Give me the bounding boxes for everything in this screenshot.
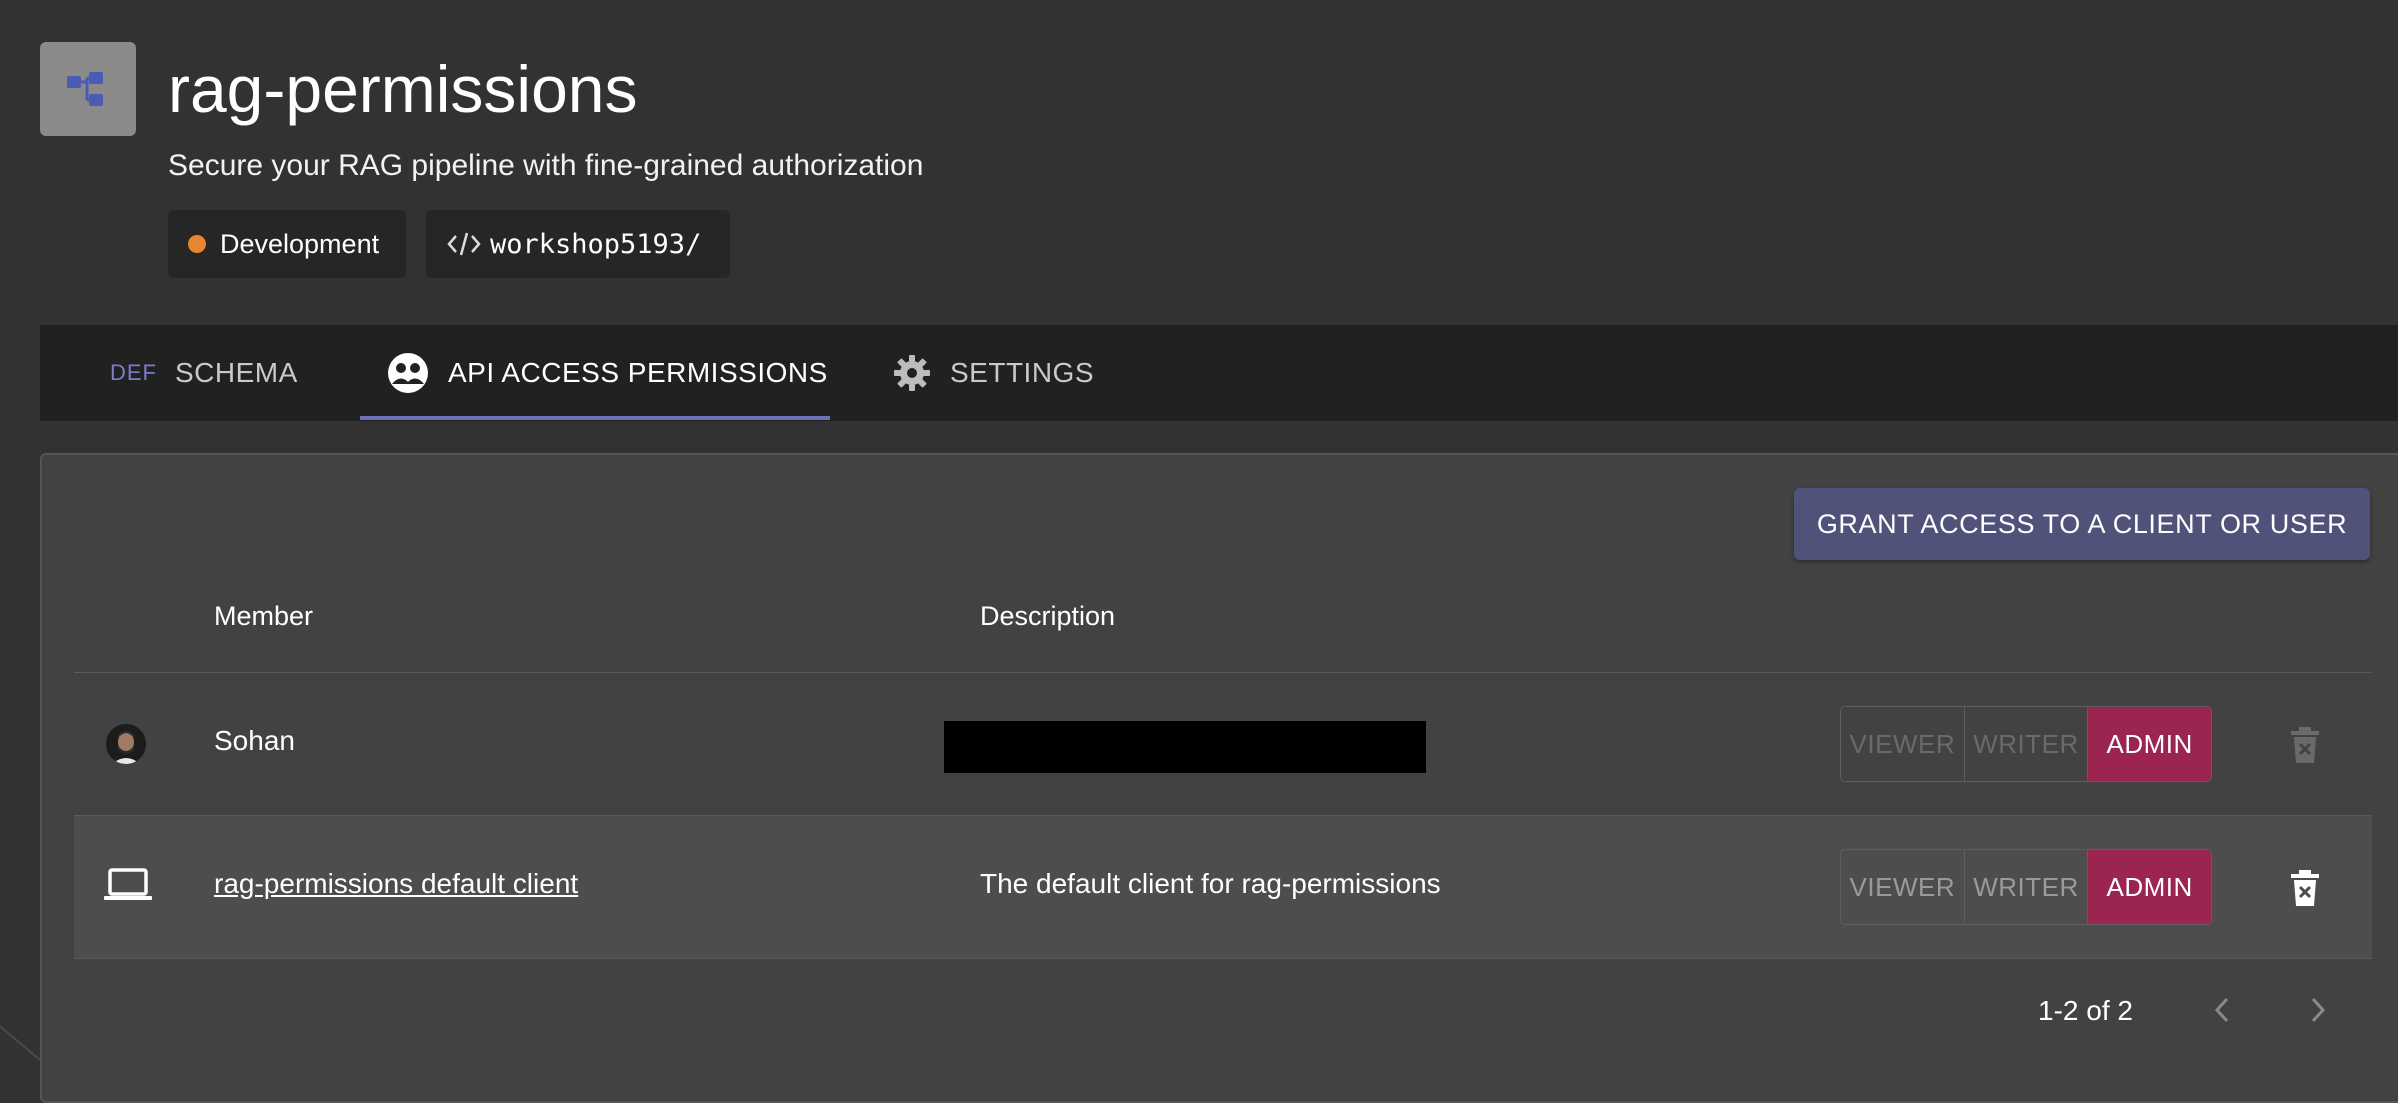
tab-schema[interactable]: DEF SCHEMA [110,325,298,421]
avatar [106,724,146,764]
role-writer-button[interactable]: WRITER [1965,707,2089,781]
status-dot-icon [188,235,206,253]
role-selector: VIEWER WRITER ADMIN [1840,849,2212,925]
page-title: rag-permissions [168,52,638,126]
environment-label: Development [220,228,380,259]
tab-bar: DEF SCHEMA API ACCESS PERMISSIONS SETTIN… [40,325,2398,421]
pagination-label: 1-2 of 2 [2038,995,2133,1026]
gear-icon [892,353,932,393]
delete-icon[interactable] [2288,868,2322,913]
chevron-right-icon[interactable] [2308,996,2328,1029]
table-row: rag-permissions default client The defau… [74,816,2372,959]
column-header-member: Member [214,601,314,631]
role-viewer-button[interactable]: VIEWER [1841,850,1965,924]
role-admin-button[interactable]: ADMIN [2088,707,2211,781]
hierarchy-icon [40,42,136,136]
grant-access-button[interactable]: GRANT ACCESS TO A CLIENT OR USER [1794,488,2370,560]
member-description: The default client for rag-permissions [980,868,1441,899]
role-admin-button[interactable]: ADMIN [2088,850,2211,924]
chevron-left-icon[interactable] [2212,996,2232,1029]
table-row: Sohan VIEWER WRITER ADMIN [74,673,2372,816]
tab-label: SCHEMA [175,357,298,388]
member-name-link[interactable]: rag-permissions default client [214,868,578,900]
tab-label: SETTINGS [950,357,1095,388]
slug-badge[interactable]: workshop5193/ [426,210,730,278]
people-icon [386,351,430,395]
environment-badge: Development [168,210,406,278]
tab-settings[interactable]: SETTINGS [892,325,1094,421]
tab-api-access-permissions[interactable]: API ACCESS PERMISSIONS [386,325,828,421]
column-header-description: Description [980,601,1116,631]
def-prefix: DEF [110,360,157,385]
delete-icon[interactable] [2288,725,2322,770]
redacted-description [944,721,1426,773]
code-icon [446,230,482,258]
role-selector: VIEWER WRITER ADMIN [1840,706,2212,782]
tab-label: API ACCESS PERMISSIONS [448,357,828,388]
active-tab-indicator [360,416,830,420]
member-name: Sohan [214,725,295,756]
laptop-icon [104,868,152,907]
permissions-card: GRANT ACCESS TO A CLIENT OR USER Member … [40,453,2398,1103]
role-writer-button[interactable]: WRITER [1965,850,2089,924]
role-viewer-button[interactable]: VIEWER [1841,707,1965,781]
page-subtitle: Secure your RAG pipeline with fine-grain… [168,149,924,182]
slug-label: workshop5193/ [490,228,702,260]
